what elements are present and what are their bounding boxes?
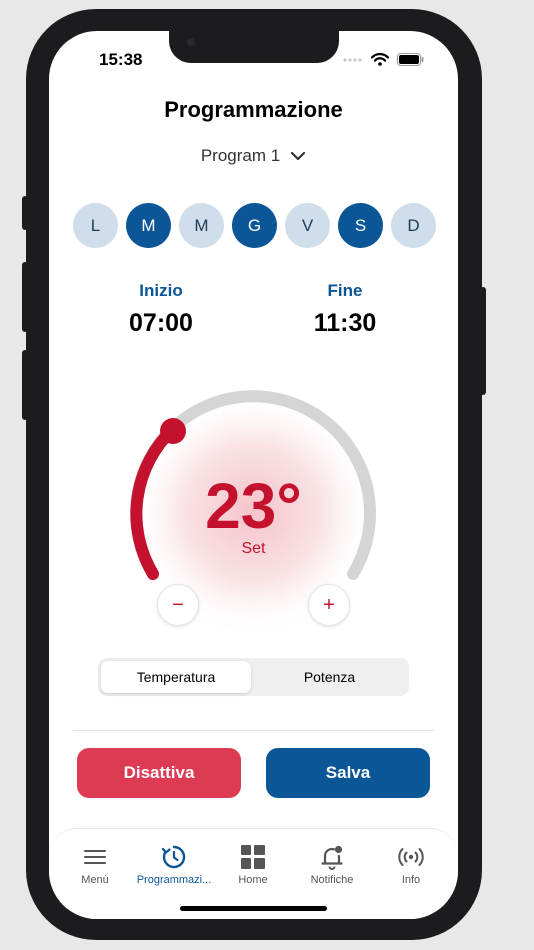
- bell-icon: [321, 845, 343, 870]
- day-toggle[interactable]: M: [126, 203, 171, 248]
- tab-label: Programmazi...: [136, 874, 212, 886]
- end-time-label: Fine: [327, 281, 363, 300]
- notch: [169, 31, 339, 63]
- start-time[interactable]: Inizio 07:00: [101, 281, 221, 338]
- start-time-label: Inizio: [139, 281, 183, 300]
- tab-label: Notifiche: [310, 874, 354, 886]
- tab-menu[interactable]: Menù: [55, 843, 135, 886]
- save-button[interactable]: Salva: [266, 748, 430, 798]
- day-toggle[interactable]: L: [73, 203, 118, 248]
- program-label: Program 1: [200, 146, 281, 165]
- schedule-icon: [161, 845, 186, 869]
- wifi-icon: [371, 53, 389, 66]
- day-toggle[interactable]: V: [285, 203, 330, 248]
- decrease-button[interactable]: −: [157, 584, 199, 626]
- phone-power-button: [480, 287, 486, 395]
- phone-side-button: [22, 196, 28, 230]
- page-title: Programmazione: [164, 97, 343, 122]
- grid-icon: [241, 845, 265, 869]
- end-time[interactable]: Fine 11:30: [285, 281, 405, 338]
- status-icons: [343, 53, 424, 66]
- battery-icon: [397, 53, 424, 66]
- end-time-value: 11:30: [313, 309, 377, 337]
- tab-label: Menù: [81, 874, 109, 886]
- day-toggle[interactable]: M: [179, 203, 224, 248]
- program-selector[interactable]: Program 1: [49, 146, 458, 166]
- signal-dots-icon: [343, 57, 362, 62]
- day-toggle[interactable]: G: [232, 203, 277, 248]
- chevron-down-icon: [291, 151, 306, 161]
- divider: [73, 730, 434, 731]
- dial-handle: [160, 418, 186, 444]
- tab-label: Home: [238, 874, 268, 886]
- set-label: Set: [241, 540, 266, 557]
- phone-volume-up: [22, 262, 28, 332]
- temperature-value: 23°: [205, 470, 302, 542]
- mode-option-potenza[interactable]: Potenza: [253, 661, 406, 693]
- mode-option-temperatura[interactable]: Temperatura: [101, 661, 251, 693]
- mode-toggle: Temperatura Potenza: [98, 658, 409, 696]
- status-time: 15:38: [99, 50, 143, 69]
- day-toggle[interactable]: S: [338, 203, 383, 248]
- tab-info[interactable]: Info: [371, 843, 451, 886]
- app-screen: 15:38 Programmazione Program 1 L M M G V…: [49, 31, 458, 919]
- tab-label: Info: [401, 874, 421, 886]
- deactivate-button[interactable]: Disattiva: [77, 748, 241, 798]
- tab-home[interactable]: Home: [213, 843, 293, 886]
- day-selector: L M M G V S D: [73, 203, 436, 248]
- increase-button[interactable]: +: [308, 584, 350, 626]
- tab-notifiche[interactable]: Notifiche: [292, 843, 372, 886]
- tab-programmazione[interactable]: Programmazi...: [134, 843, 214, 886]
- home-indicator: [180, 906, 327, 911]
- start-time-value: 07:00: [129, 309, 193, 337]
- broadcast-icon: [398, 848, 424, 866]
- day-toggle[interactable]: D: [391, 203, 436, 248]
- menu-icon: [84, 850, 106, 864]
- phone-volume-down: [22, 350, 28, 420]
